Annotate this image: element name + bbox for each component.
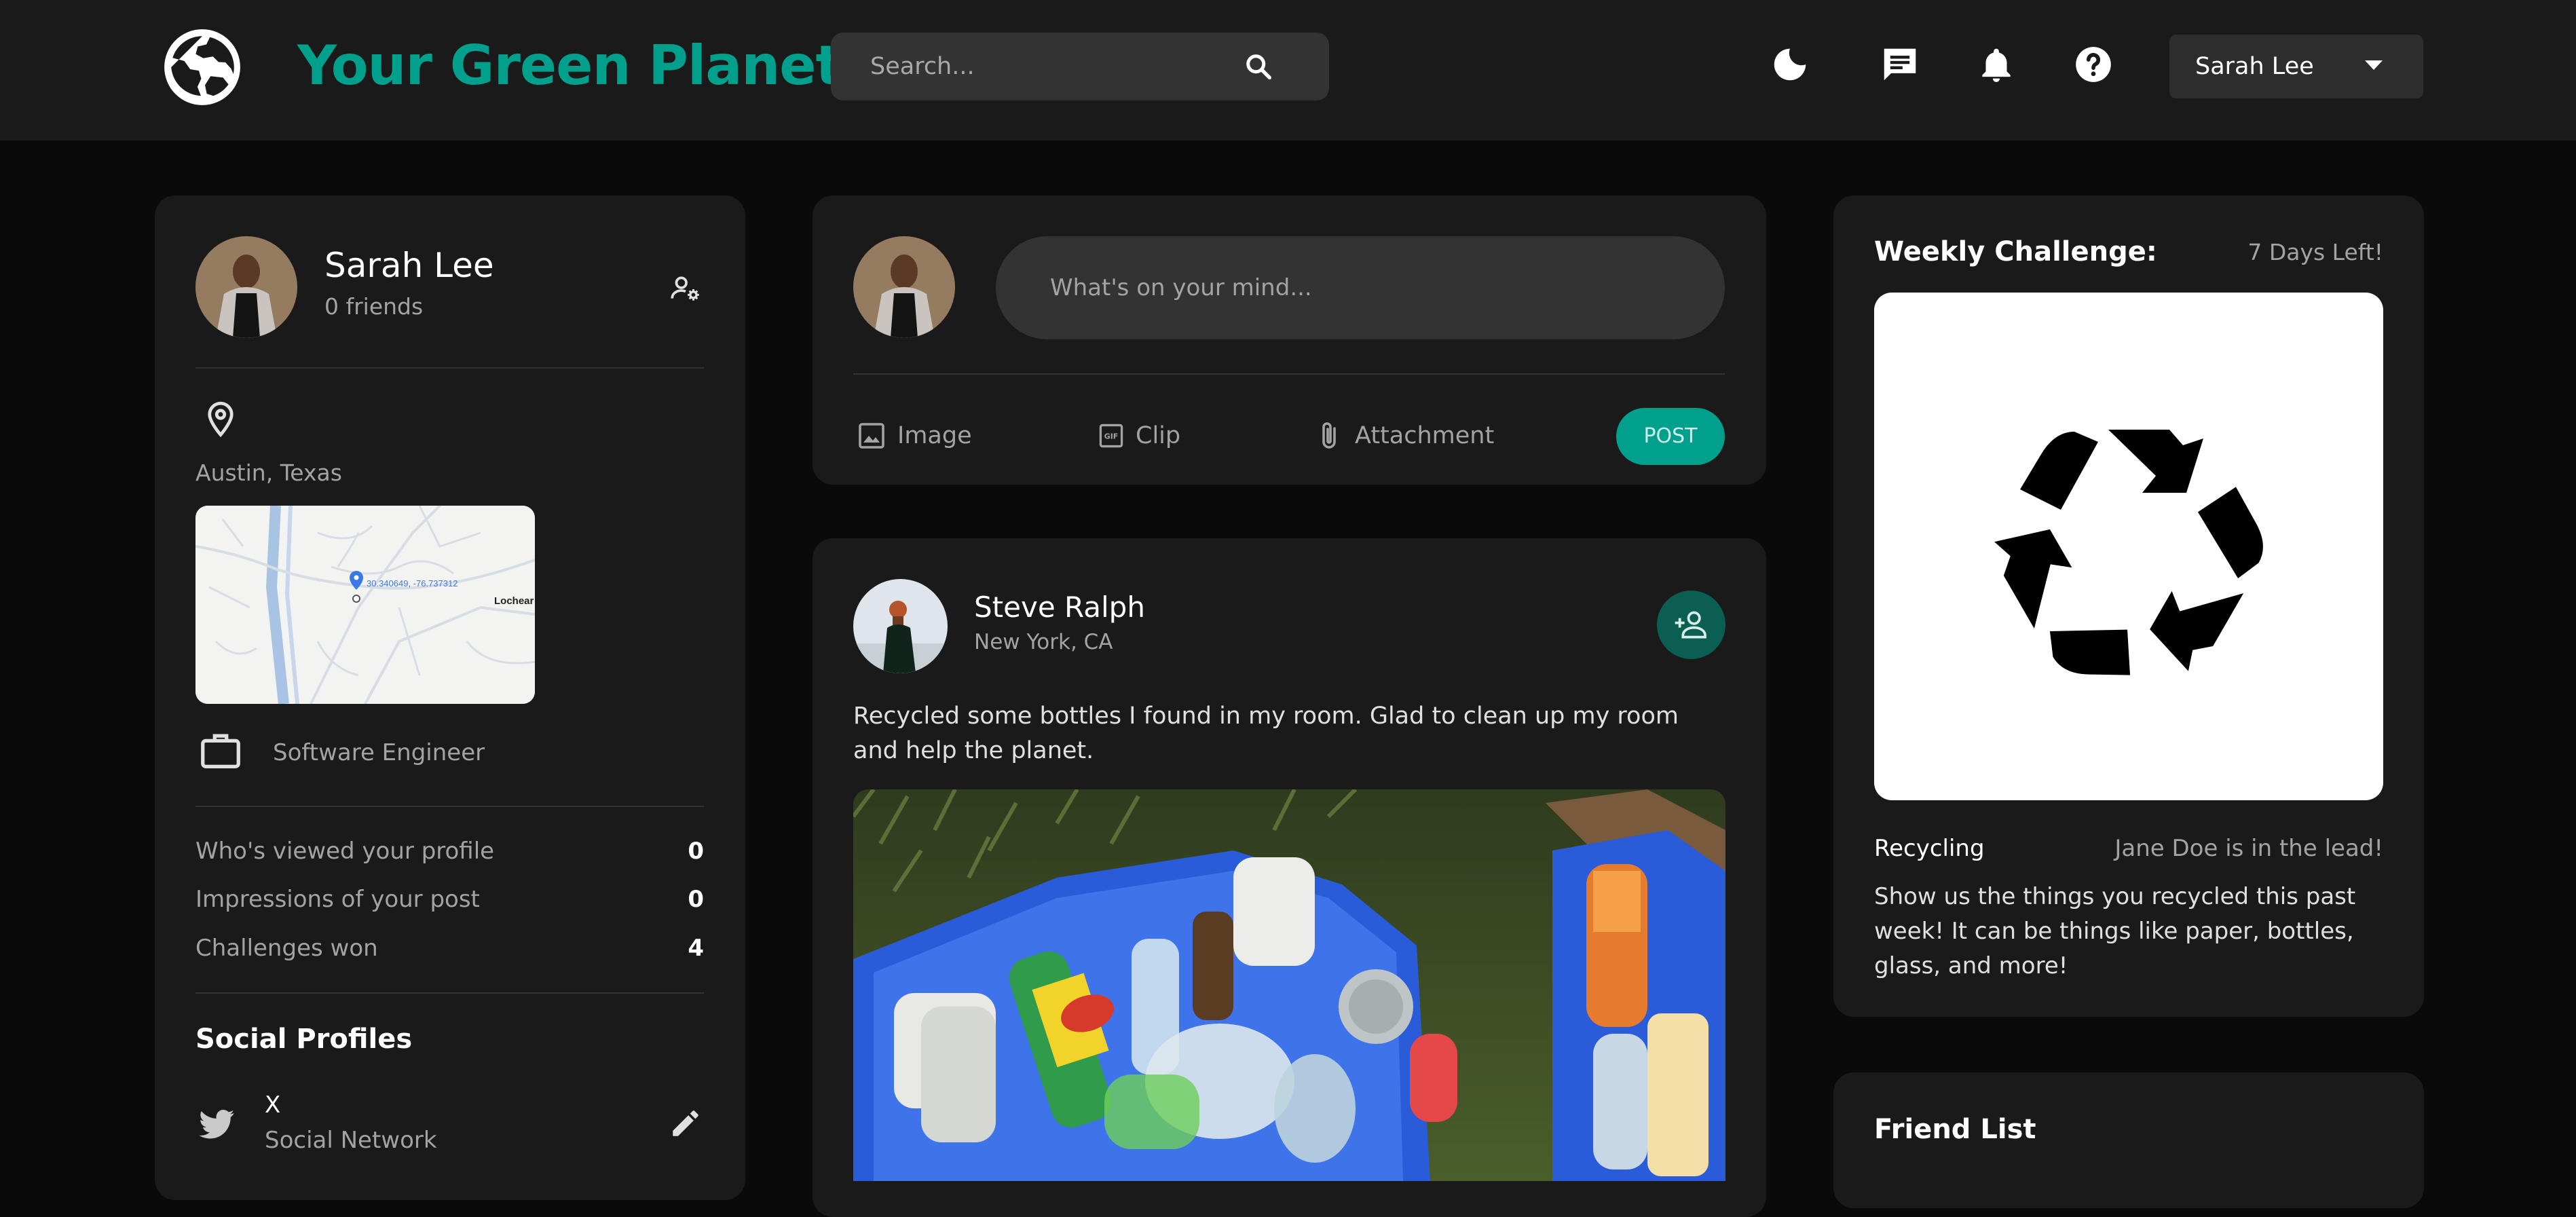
gif-icon: GIF	[1099, 424, 1123, 448]
stat-value: 4	[688, 935, 704, 962]
social-profiles-title: Social Profiles	[195, 1024, 413, 1055]
composer-divider	[853, 373, 1725, 375]
profile-name[interactable]: Sarah Lee	[324, 246, 494, 285]
top-navbar: Your Green Planet Search... Sarah Lee	[0, 0, 2576, 141]
stat-label: Impressions of your post	[195, 886, 480, 913]
profile-occupation: Software Engineer	[273, 739, 485, 766]
edit-pencil-icon[interactable]	[669, 1106, 703, 1140]
stat-label: Challenges won	[195, 935, 378, 962]
profile-divider	[195, 367, 704, 369]
challenge-category: Recycling	[1874, 835, 1985, 862]
whats-on-your-mind-input[interactable]: What's on your mind...	[996, 236, 1725, 339]
days-left-label: 7 Days Left!	[2247, 239, 2383, 265]
post-text: Recycled some bottles I found in my room…	[853, 703, 1679, 764]
profile-friend-count: 0 friends	[324, 293, 424, 320]
search-icon[interactable]	[1244, 52, 1275, 83]
post-photo-recycled-bottles[interactable]	[853, 789, 1725, 1181]
image-icon	[859, 423, 884, 449]
brand-title[interactable]: Your Green Planet	[297, 29, 842, 103]
social-network-type: Social Network	[265, 1127, 437, 1154]
map-place-label: Lochear	[494, 595, 534, 607]
svg-text:GIF: GIF	[1104, 432, 1119, 441]
post-author-location: New York, CA	[974, 630, 1113, 654]
clip-button[interactable]: GIF Clip	[1096, 417, 1180, 455]
location-pin-icon	[200, 399, 241, 440]
map-coordinates-label: 30.340649, -76.737312	[367, 578, 458, 588]
user-dropdown-label: Sarah Lee	[2195, 53, 2314, 80]
stat-label: Who's viewed your profile	[195, 838, 495, 865]
post-author-avatar[interactable]	[853, 579, 948, 673]
challenge-description: Show us the things you recycled this pas…	[1874, 883, 2356, 979]
attachment-button-label: Attachment	[1355, 422, 1495, 449]
add-friend-button[interactable]	[1657, 591, 1725, 659]
stat-value: 0	[688, 886, 704, 913]
help-question-icon[interactable]	[2072, 43, 2114, 86]
weekly-challenge-title: Weekly Challenge:	[1874, 236, 2157, 267]
post-button[interactable]: POST	[1616, 408, 1725, 465]
composer-placeholder: What's on your mind...	[1050, 274, 1312, 301]
challenge-leader: Jane Doe is in the lead!	[2114, 835, 2383, 862]
social-network-name[interactable]: X	[265, 1091, 280, 1119]
friend-list-title: Friend List	[1874, 1114, 2036, 1145]
manage-account-icon[interactable]	[669, 272, 703, 305]
profile-avatar[interactable]	[195, 236, 297, 338]
messages-icon[interactable]	[1879, 43, 1921, 86]
globe-logo-icon[interactable]	[161, 26, 244, 109]
caret-down-icon	[2365, 60, 2383, 70]
profile-divider	[195, 992, 704, 994]
image-button-label: Image	[897, 422, 972, 449]
briefcase-icon	[197, 727, 244, 774]
post-author-name[interactable]: Steve Ralph	[974, 591, 1145, 624]
location-map[interactable]: 30.340649, -76.737312 Lochear	[195, 506, 535, 704]
attachment-button[interactable]: Attachment	[1313, 417, 1494, 455]
dark-mode-moon-icon[interactable]	[1769, 43, 1811, 86]
clip-button-label: Clip	[1136, 422, 1181, 449]
twitter-icon	[195, 1103, 238, 1145]
stat-value: 0	[688, 838, 704, 865]
search-box[interactable]: Search...	[831, 33, 1329, 100]
challenge-image[interactable]	[1874, 293, 2383, 800]
add-person-icon	[1675, 611, 1706, 639]
profile-location: Austin, Texas	[195, 460, 342, 486]
composer-avatar	[853, 236, 955, 338]
paperclip-icon	[1322, 422, 1336, 449]
recycle-icon	[1994, 430, 2263, 675]
user-dropdown[interactable]: Sarah Lee	[2169, 35, 2423, 98]
image-button[interactable]: Image	[855, 417, 972, 455]
search-input[interactable]: Search...	[870, 33, 975, 100]
profile-divider	[195, 806, 704, 807]
notifications-bell-icon[interactable]	[1975, 43, 2017, 86]
